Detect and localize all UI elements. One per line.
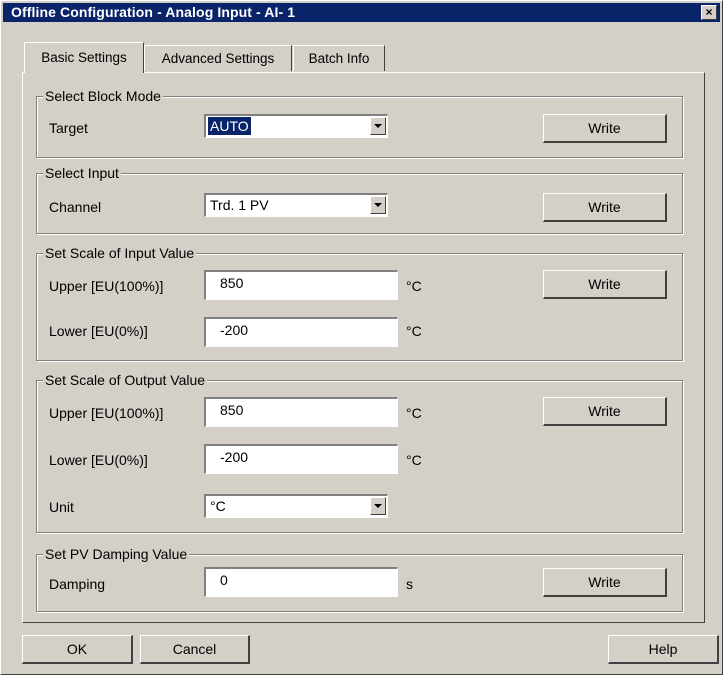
input-lower-unit: °C [406,323,422,339]
output-upper-unit: °C [406,405,422,421]
output-lower-field[interactable]: -200 [204,444,398,474]
unit-label: Unit [49,499,74,515]
damping-group-title: Set PV Damping Value [43,545,190,563]
close-icon[interactable]: × [701,5,717,20]
damping-field[interactable]: 0 [204,567,398,597]
input-write-button[interactable]: Write [543,193,667,222]
chevron-down-icon[interactable] [370,196,386,214]
damping-write-button[interactable]: Write [543,568,667,597]
input-lower-label: Lower [EU(0%)] [49,323,148,339]
ok-button[interactable]: OK [22,635,133,664]
tab-advanced-settings[interactable]: Advanced Settings [144,45,292,71]
input-scale-group-title: Set Scale of Input Value [43,244,197,262]
damping-label: Damping [49,576,106,592]
input-upper-label: Upper [EU(100%)] [49,278,164,294]
tab-basic-settings-label: Basic Settings [41,50,127,65]
unit-select[interactable]: °C [204,494,388,518]
output-upper-field[interactable]: 850 [204,397,398,427]
input-upper-field[interactable]: 850 [204,270,398,300]
channel-label: Channel [49,199,102,215]
chevron-down-icon[interactable] [370,497,386,515]
output-lower-label: Lower [EU(0%)] [49,452,148,468]
title-bar[interactable]: Offline Configuration - Analog Input - A… [3,3,720,22]
tab-batch-info[interactable]: Batch Info [293,45,385,71]
target-select-value: AUTO [208,117,251,135]
channel-select-value: Trd. 1 PV [210,197,269,213]
cancel-button[interactable]: Cancel [140,635,250,664]
tab-batch-info-label: Batch Info [308,51,370,66]
window-title: Offline Configuration - Analog Input - A… [11,4,296,20]
channel-select[interactable]: Trd. 1 PV [204,193,388,217]
tab-advanced-settings-label: Advanced Settings [161,51,275,66]
input-upper-unit: °C [406,278,422,294]
target-label: Target [49,120,88,136]
output-scale-group-title: Set Scale of Output Value [43,371,208,389]
damping-unit: s [406,576,413,592]
output-upper-label: Upper [EU(100%)] [49,405,164,421]
input-scale-write-button[interactable]: Write [543,270,667,299]
input-group-title: Select Input [43,164,121,182]
block-mode-write-button[interactable]: Write [543,114,667,143]
help-button[interactable]: Help [608,635,719,664]
block-mode-group-title: Select Block Mode [43,87,163,105]
chevron-down-icon[interactable] [370,117,386,135]
output-scale-write-button[interactable]: Write [543,397,667,426]
unit-select-value: °C [210,498,226,514]
input-lower-field[interactable]: -200 [204,317,398,347]
output-lower-unit: °C [406,452,422,468]
target-select[interactable]: AUTO [204,114,388,138]
tab-basic-settings[interactable]: Basic Settings [24,42,144,73]
